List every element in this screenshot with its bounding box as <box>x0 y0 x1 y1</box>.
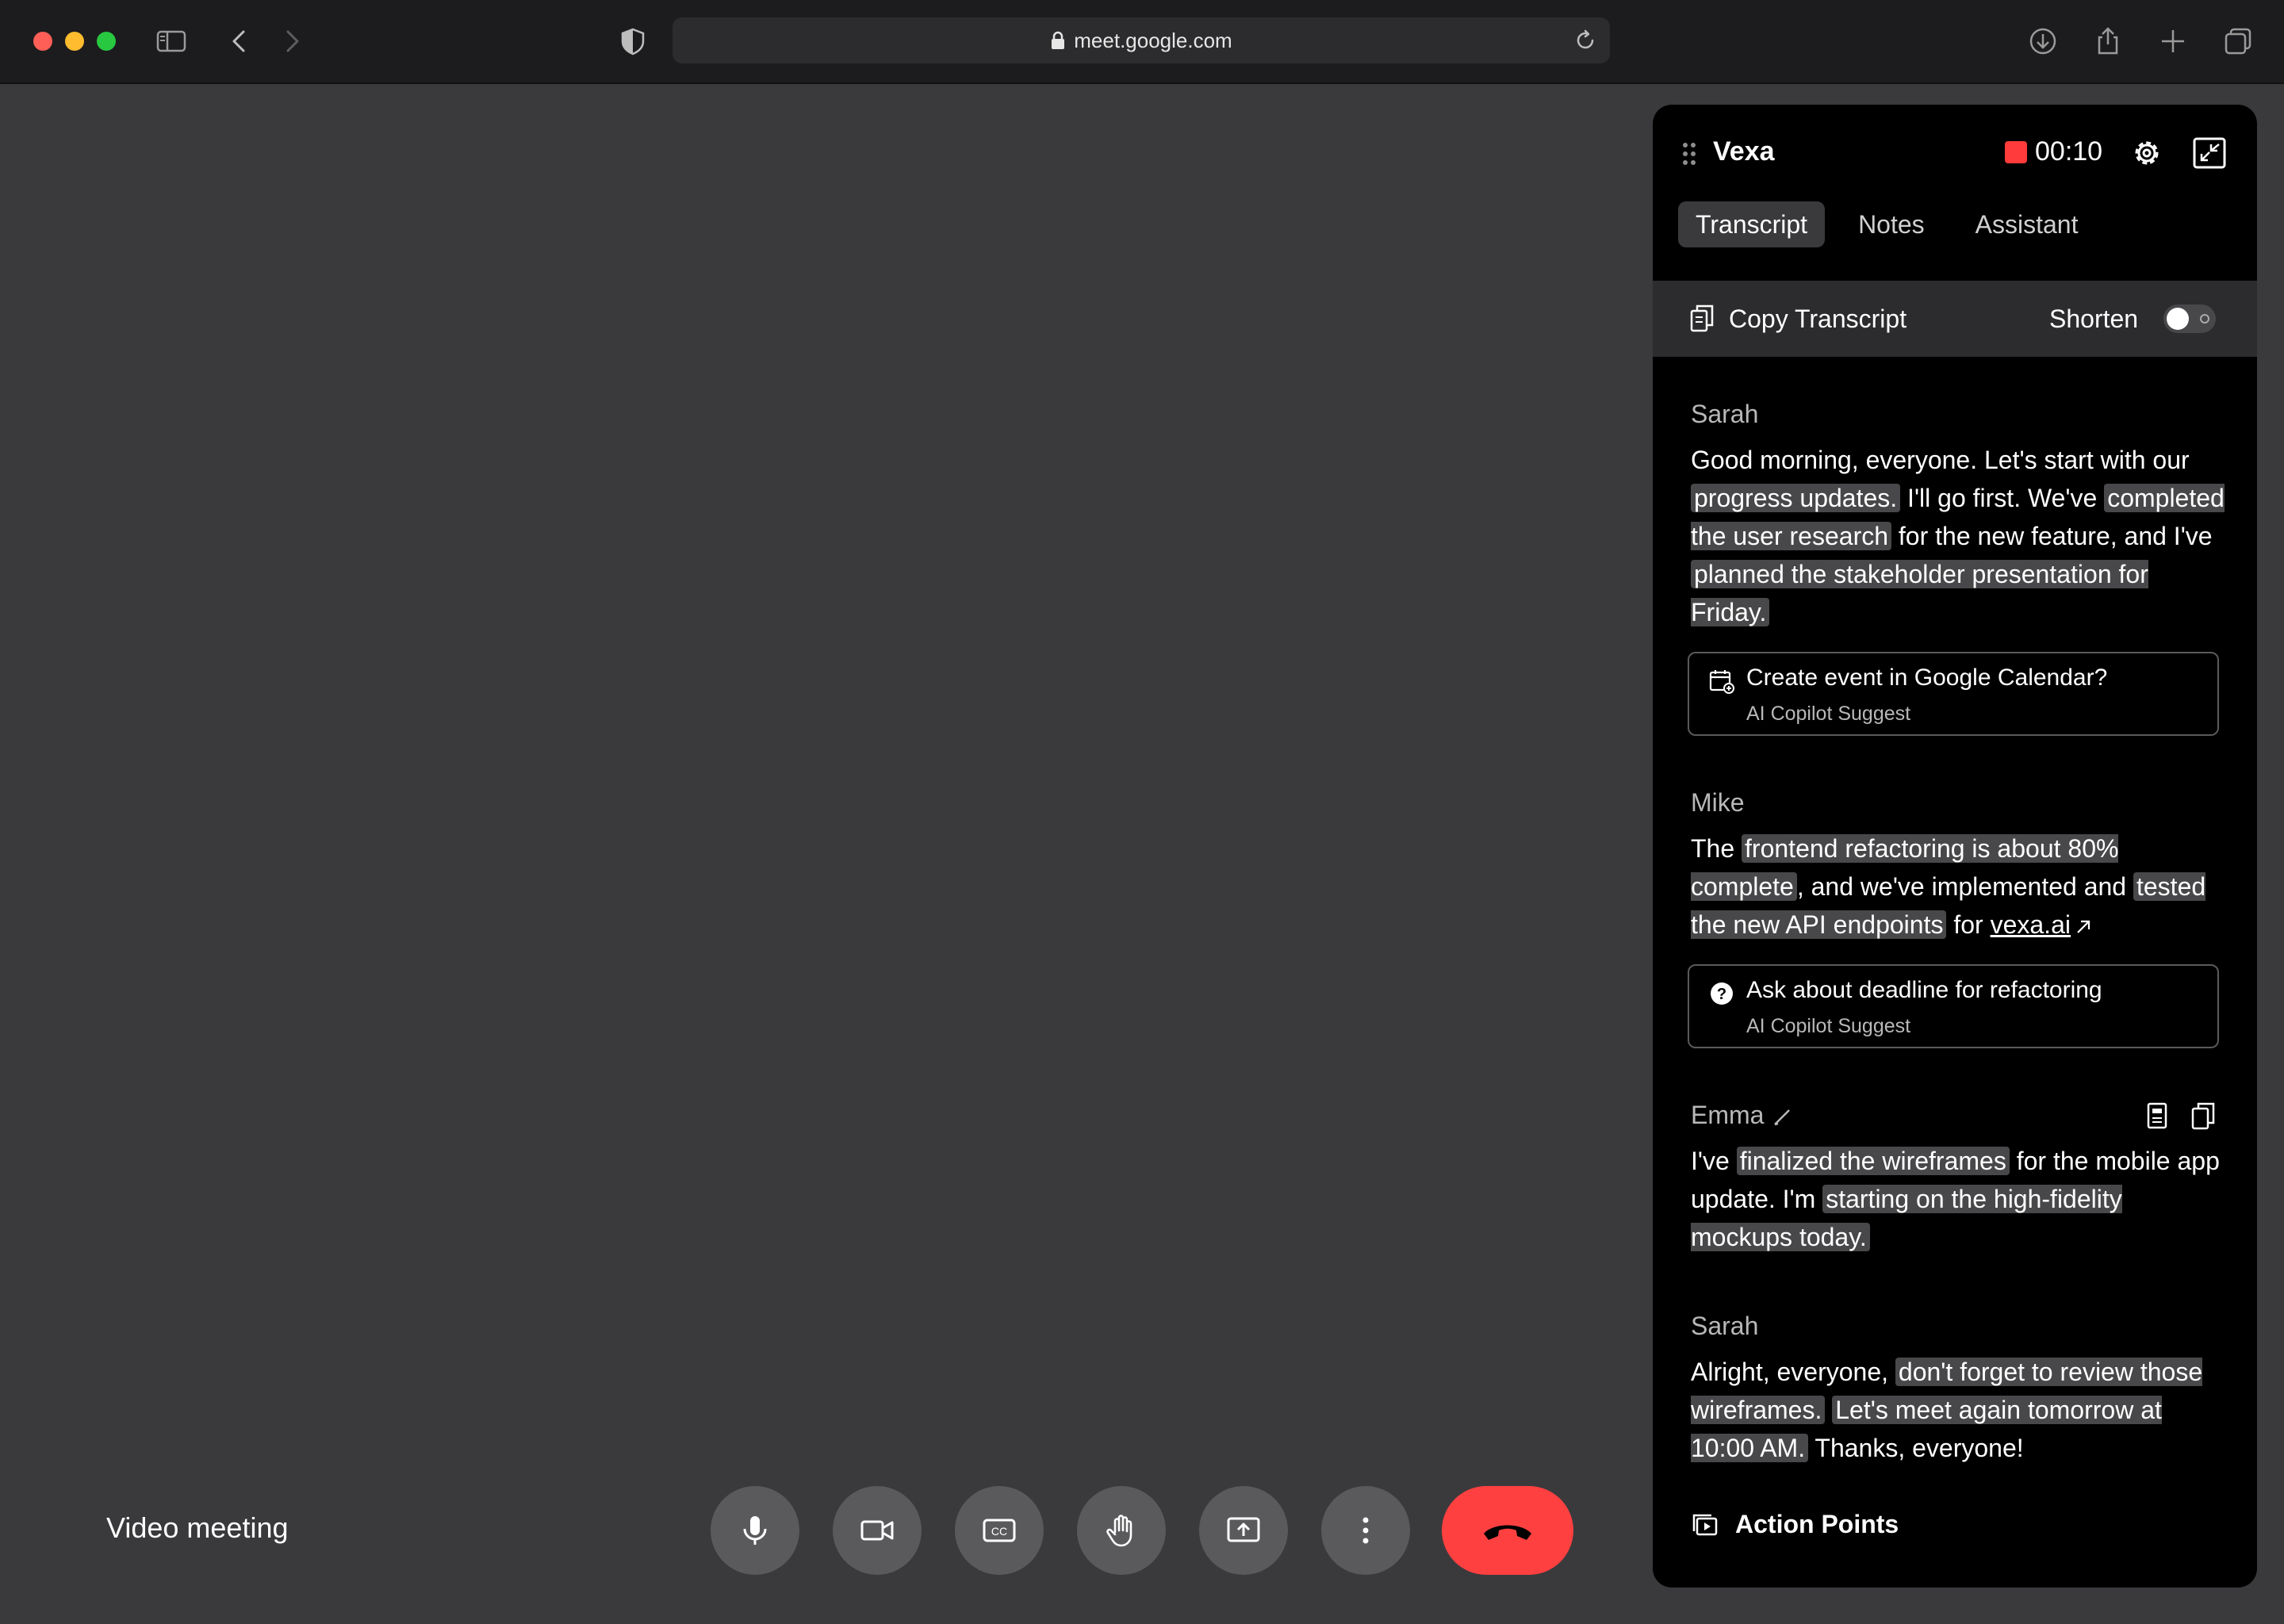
sidebar-toggle-icon[interactable] <box>154 24 189 59</box>
copy-transcript-button[interactable]: Copy Transcript <box>1729 304 1907 334</box>
suggestion-title: Create event in Google Calendar? <box>1746 665 2108 691</box>
microphone-button[interactable] <box>711 1486 799 1575</box>
present-screen-button[interactable] <box>1199 1486 1288 1575</box>
meeting-title: Video meeting <box>106 1511 289 1544</box>
transcript-entry: The frontend refactoring is about 80% co… <box>1691 834 2206 939</box>
address-bar[interactable]: meet.google.com <box>673 17 1610 63</box>
tab-assistant[interactable]: Assistant <box>1958 201 2096 247</box>
speaker-name: Emma <box>1691 1101 1765 1129</box>
end-call-button[interactable] <box>1442 1486 1573 1575</box>
speaker-name: Sarah <box>1691 400 1759 428</box>
reload-icon[interactable] <box>1573 29 1597 52</box>
tab-notes[interactable]: Notes <box>1841 201 1942 247</box>
transcript-entry: Good morning, everyone. Let's start with… <box>1691 446 2225 626</box>
suggestion-card-calendar[interactable]: Create event in Google Calendar? AI Copi… <box>1688 652 2219 736</box>
camera-button[interactable] <box>833 1486 922 1575</box>
captions-button[interactable]: CC <box>955 1486 1044 1575</box>
app-title: Vexa <box>1713 136 1775 167</box>
transcript-entry: Alright, everyone, don't forget to revie… <box>1691 1358 2203 1462</box>
action-points-label: Action Points <box>1735 1510 1899 1538</box>
url-text: meet.google.com <box>1074 28 1232 52</box>
speaker-name-row: Emma <box>1691 1101 1792 1130</box>
lock-icon <box>1052 31 1065 49</box>
external-link-icon[interactable] <box>2074 917 2093 936</box>
svg-text:CC: CC <box>991 1525 1007 1538</box>
back-icon[interactable] <box>222 24 257 59</box>
forward-icon[interactable] <box>274 24 309 59</box>
hang-up-icon <box>1484 1525 1531 1540</box>
calendar-icon <box>1709 670 1734 694</box>
minimize-window-button[interactable] <box>65 32 84 51</box>
raise-hand-button[interactable] <box>1077 1486 1166 1575</box>
entry-tools <box>2144 1101 2216 1131</box>
panel-tabs: Transcript Notes Assistant <box>1678 201 2095 247</box>
suggestion-subtitle: AI Copilot Suggest <box>1746 1015 1911 1037</box>
highlight: planned the stakeholder presentation for… <box>1691 560 2148 626</box>
suggestion-title: Ask about deadline for refactoring <box>1746 977 2102 1003</box>
more-vertical-icon <box>1362 1517 1369 1544</box>
microphone-icon <box>743 1516 767 1545</box>
present-icon <box>1227 1517 1260 1542</box>
highlight: finalized the wireframes <box>1736 1147 2010 1175</box>
highlight: progress updates. <box>1691 484 1901 512</box>
document-icon[interactable] <box>2144 1101 2170 1131</box>
svg-text:?: ? <box>1717 986 1726 1003</box>
browser-toolbar: meet.google.com <box>0 0 2284 84</box>
share-icon[interactable] <box>2090 24 2125 59</box>
speaker-name: Sarah <box>1691 1312 1759 1340</box>
edit-pencil-icon[interactable] <box>1772 1107 1792 1128</box>
action-points-icon <box>1692 1514 1718 1535</box>
more-options-button[interactable] <box>1321 1486 1410 1575</box>
minimize-panel-icon[interactable] <box>2192 136 2227 170</box>
action-points-button[interactable]: Action Points <box>1691 1510 1899 1539</box>
transcript-toolbar: Copy Transcript Shorten <box>1653 281 2257 357</box>
video-camera-icon <box>860 1520 894 1541</box>
vexa-link[interactable]: vexa.ai <box>1991 910 2071 939</box>
closed-captions-icon: CC <box>983 1519 1016 1542</box>
drag-handle-icon[interactable] <box>1681 141 1697 167</box>
copy-icon[interactable] <box>2190 1101 2216 1131</box>
shield-icon[interactable] <box>615 24 650 59</box>
suggestion-card-deadline[interactable]: ? Ask about deadline for refactoring AI … <box>1688 964 2219 1048</box>
suggestion-subtitle: AI Copilot Suggest <box>1746 703 1911 725</box>
question-icon: ? <box>1711 982 1733 1005</box>
new-tab-icon[interactable] <box>2156 24 2190 59</box>
settings-gear-icon[interactable] <box>2130 136 2163 170</box>
zoom-window-button[interactable] <box>97 32 116 51</box>
speaker-name: Mike <box>1691 788 1745 817</box>
tab-transcript[interactable]: Transcript <box>1678 201 1826 247</box>
copy-icon[interactable] <box>1689 303 1715 333</box>
download-icon[interactable] <box>2025 24 2060 59</box>
close-window-button[interactable] <box>33 32 52 51</box>
transcript-entry: I've finalized the wireframes for the mo… <box>1691 1147 2220 1251</box>
shorten-toggle[interactable] <box>2163 304 2216 333</box>
recording-timer: 00:10 <box>2035 136 2103 167</box>
shorten-label: Shorten <box>2049 304 2139 333</box>
tab-overview-icon[interactable] <box>2221 24 2255 59</box>
panel-header: Vexa 00:10 Transcript Notes Assistant <box>1653 105 2257 281</box>
recording-stop-icon[interactable] <box>2005 141 2027 163</box>
hand-icon <box>1106 1515 1132 1547</box>
vexa-panel: Vexa 00:10 Transcript Notes Assistant Co… <box>1653 105 2257 1588</box>
